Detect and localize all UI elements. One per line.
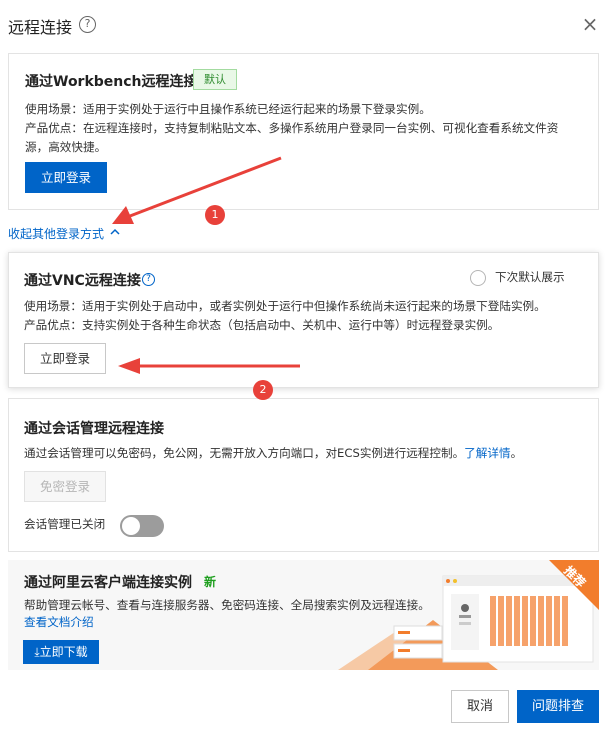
annotation-marker-2: 2 (253, 380, 273, 400)
annotation-marker-1: 1 (205, 205, 225, 225)
download-label: 立即下载 (39, 645, 88, 659)
info-icon[interactable]: ? (142, 273, 155, 286)
workbench-card: 通过Workbench远程连接 默认 使用场景：适用于实例处于运行中且操作系统已… (8, 53, 599, 210)
client-illustration (338, 560, 599, 670)
new-tag: 新 (204, 575, 217, 589)
vnc-card: 通过VNC远程连接 ? 下次默认展示 使用场景：适用于实例处于启动中，或者实例处… (8, 252, 599, 388)
doc-link[interactable]: 查看文档介绍 (24, 613, 94, 632)
learn-more-link[interactable]: 了解详情 (464, 446, 510, 460)
workbench-desc-line2: 产品优点：在远程连接时，支持复制粘贴文本、多操作系统用户登录同一台实例、可视化查… (25, 121, 559, 135)
client-promo: 通过阿里云客户端连接实例 新 帮助管理云帐号、查看与连接服务器、免密码连接、全局… (8, 560, 599, 670)
default-display-radio[interactable] (470, 270, 486, 286)
session-title: 通过会话管理远程连接 (24, 421, 164, 437)
workbench-desc-line3: 源，高效快捷。 (25, 140, 107, 154)
troubleshoot-button[interactable]: 问题排查 (517, 690, 599, 723)
session-toggle[interactable] (120, 515, 164, 537)
workbench-title: 通过Workbench远程连接 (25, 74, 198, 90)
session-card: 通过会话管理远程连接 通过会话管理可以免密码，免公网，无需开放入方向端口，对EC… (8, 398, 599, 552)
vnc-desc-line2: 产品优点：支持实例处于各种生命状态（包括启动中、关机中、运行中等）时远程登录实例… (24, 318, 500, 332)
session-desc: 通过会话管理可以免密码，免公网，无需开放入方向端口，对ECS实例进行远程控制。了… (24, 444, 522, 463)
default-tag: 默认 (193, 69, 237, 90)
learn-more-suffix: 。 (510, 446, 523, 460)
toggle-knob (122, 517, 140, 535)
workbench-desc-line1: 使用场景：适用于实例处于运行中且操作系统已经运行起来的场景下登录实例。 (25, 102, 431, 116)
session-desc-text: 通过会话管理可以免密码，免公网，无需开放入方向端口，对ECS实例进行远程控制。 (24, 446, 465, 460)
default-display-label[interactable]: 下次默认展示 (495, 268, 565, 287)
dialog-title: 远程连接 (8, 18, 73, 37)
passwordless-login-button: 免密登录 (24, 471, 106, 502)
cancel-button[interactable]: 取消 (451, 690, 509, 723)
client-title: 通过阿里云客户端连接实例 (24, 575, 192, 591)
workbench-login-button[interactable]: 立即登录 (25, 162, 107, 193)
chevron-up-icon[interactable] (109, 226, 121, 238)
download-button[interactable]: ⤓立即下载 (23, 640, 99, 664)
help-icon[interactable]: ? (79, 16, 96, 33)
collapse-other-methods-link[interactable]: 收起其他登录方式 (8, 225, 104, 242)
vnc-login-button[interactable]: 立即登录 (24, 343, 106, 374)
session-toggle-label: 会话管理已关闭 (24, 517, 106, 531)
vnc-desc-line1: 使用场景：适用于实例处于启动中，或者实例处于运行中但操作系统尚未运行起来的场景下… (24, 299, 546, 313)
close-icon[interactable]: × (580, 14, 600, 34)
vnc-title: 通过VNC远程连接 (24, 273, 141, 289)
